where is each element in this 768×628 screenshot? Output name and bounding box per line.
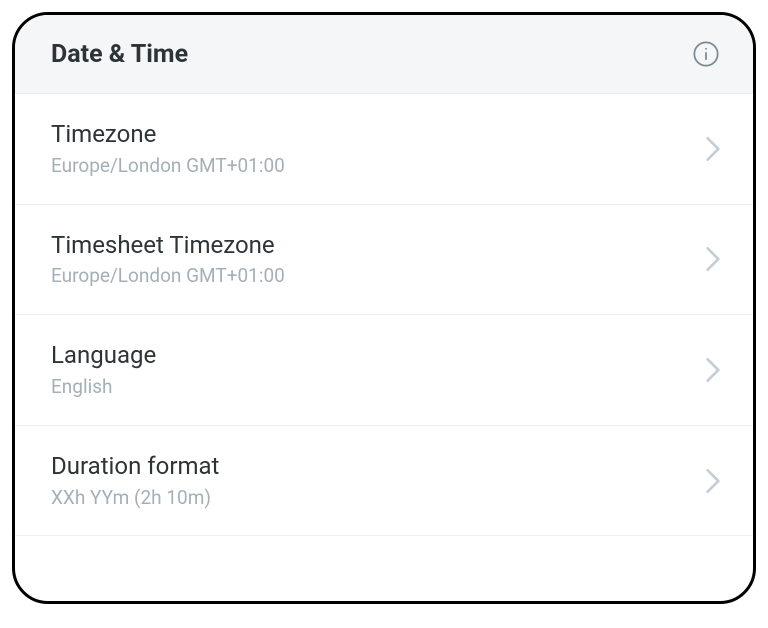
chevron-right-icon <box>705 247 721 271</box>
list-item-content: Duration format XXh YYm (2h 10m) <box>51 452 219 510</box>
settings-list: Timezone Europe/London GMT+01:00 Timeshe… <box>15 94 753 536</box>
list-item-timezone[interactable]: Timezone Europe/London GMT+01:00 <box>15 94 753 205</box>
list-item-content: Timezone Europe/London GMT+01:00 <box>51 120 285 178</box>
settings-header: Date & Time <box>15 15 753 94</box>
list-item-label: Timezone <box>51 120 285 149</box>
list-item-value: Europe/London GMT+01:00 <box>51 265 285 288</box>
list-item-value: English <box>51 376 156 399</box>
chevron-right-icon <box>705 358 721 382</box>
list-item-label: Language <box>51 341 156 370</box>
list-item-value: Europe/London GMT+01:00 <box>51 155 285 178</box>
list-item-label: Duration format <box>51 452 219 481</box>
page-title: Date & Time <box>51 40 188 69</box>
list-item-duration-format[interactable]: Duration format XXh YYm (2h 10m) <box>15 426 753 537</box>
list-item-value: XXh YYm (2h 10m) <box>51 487 219 510</box>
list-item-language[interactable]: Language English <box>15 315 753 426</box>
list-item-label: Timesheet Timezone <box>51 231 285 260</box>
chevron-right-icon <box>705 469 721 493</box>
list-item-timesheet-timezone[interactable]: Timesheet Timezone Europe/London GMT+01:… <box>15 205 753 316</box>
chevron-right-icon <box>705 137 721 161</box>
list-item-content: Timesheet Timezone Europe/London GMT+01:… <box>51 231 285 289</box>
settings-card: Date & Time Timezone Europe/London GMT+0… <box>12 12 756 604</box>
info-icon[interactable] <box>691 39 721 69</box>
list-item-content: Language English <box>51 341 156 399</box>
